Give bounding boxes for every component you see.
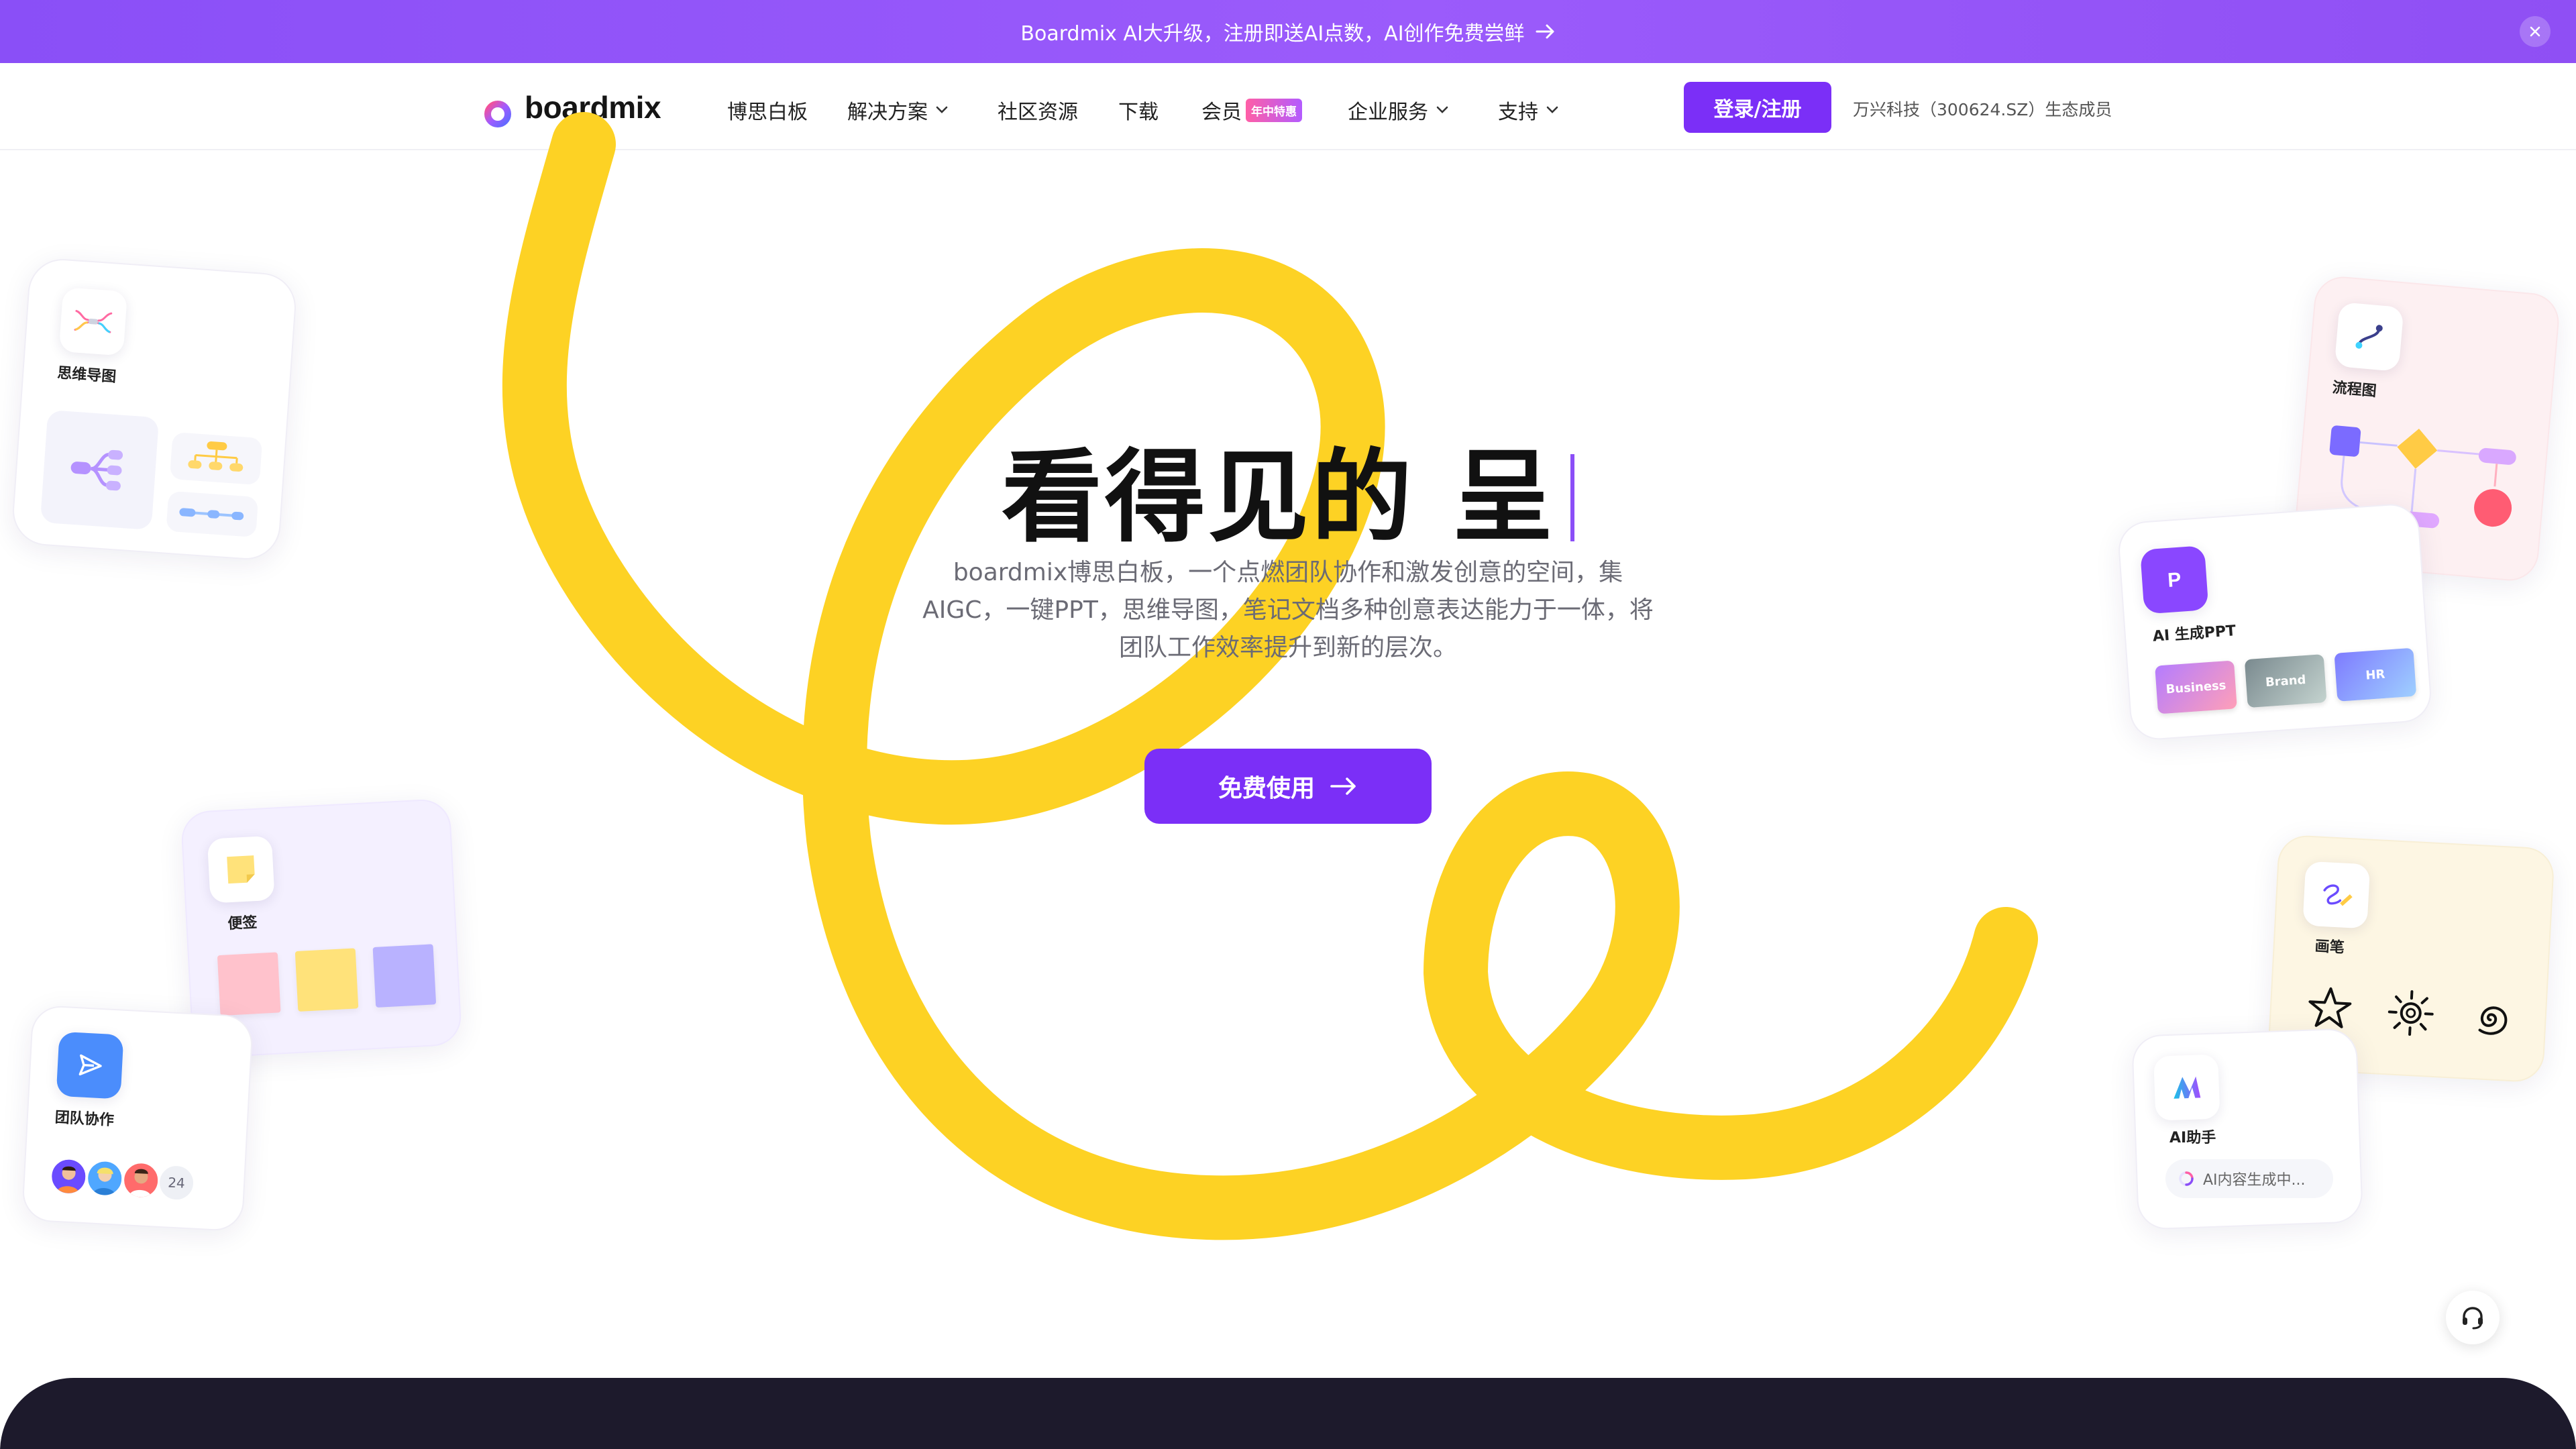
ppt-thumbnail-brand: Brand bbox=[2244, 654, 2327, 708]
dark-section bbox=[0, 1378, 2576, 1449]
flowchart-label: 流程图 bbox=[2331, 379, 2377, 400]
send-icon bbox=[56, 1031, 124, 1099]
team-collaboration-label: 团队协作 bbox=[54, 1109, 115, 1130]
hero-subtitle: boardmix博思白板，一个点燃团队协作和激发创意的空间，集AIGC，一键PP… bbox=[922, 559, 1654, 661]
ai-ppt-card[interactable]: P AI 生成PPT Business Brand HR bbox=[2116, 502, 2433, 742]
mindmap-label: 思维导图 bbox=[56, 364, 117, 386]
sun-doodle-icon bbox=[2387, 990, 2434, 1036]
avatar bbox=[48, 1156, 89, 1197]
org-chart-preview bbox=[169, 432, 263, 486]
mindmap-preview-box bbox=[40, 409, 160, 531]
ppt-icon: P bbox=[2140, 545, 2209, 614]
avatar bbox=[120, 1159, 162, 1201]
avatar bbox=[84, 1158, 125, 1199]
ai-ppt-label: AI 生成PPT bbox=[2152, 623, 2237, 645]
pink-sticky-note bbox=[217, 952, 281, 1016]
sticky-note-label: 便签 bbox=[227, 914, 258, 933]
mindmap-card[interactable]: 思维导图 bbox=[10, 256, 299, 562]
ai-status-text: AI内容生成中... bbox=[2203, 1172, 2306, 1189]
pen-label: 画笔 bbox=[2314, 938, 2345, 957]
yellow-sticky-note bbox=[294, 948, 359, 1012]
sticky-note-icon bbox=[207, 835, 275, 904]
typing-caret bbox=[1570, 454, 1575, 541]
ai-assistant-card[interactable] bbox=[2131, 1028, 2363, 1230]
more-members-count: 24 bbox=[156, 1163, 197, 1203]
timeline-preview bbox=[166, 490, 259, 538]
ai-assistant-icon bbox=[2153, 1054, 2220, 1121]
mindmap-icon bbox=[58, 287, 128, 356]
arrow-right-icon bbox=[1330, 776, 1358, 796]
pen-icon bbox=[2302, 861, 2371, 929]
star-doodle-icon bbox=[2308, 987, 2352, 1028]
ai-generating-status: AI内容生成中... bbox=[2165, 1159, 2333, 1198]
customer-support-button[interactable] bbox=[2446, 1291, 2500, 1344]
ai-assistant-label: AI助手 bbox=[2169, 1130, 2216, 1146]
purple-sticky-note bbox=[372, 944, 437, 1008]
ppt-thumbnail-business: Business bbox=[2155, 660, 2237, 714]
svg-text:P: P bbox=[2167, 569, 2182, 592]
team-collaboration-card[interactable]: 团队协作 24 bbox=[21, 1004, 254, 1232]
page: Boardmix AI大升级，注册即送AI点数，AI创作免费尝鲜 boardmi… bbox=[0, 0, 2576, 1449]
loading-spinner-icon bbox=[2179, 1171, 2194, 1186]
flowchart-icon bbox=[2334, 302, 2404, 372]
ppt-thumbnail-hr: HR bbox=[2334, 647, 2417, 702]
spiral-doodle-icon bbox=[2478, 1006, 2508, 1035]
cta-label: 免费使用 bbox=[1218, 775, 1315, 802]
headset-icon bbox=[2463, 1307, 2483, 1330]
free-use-button[interactable]: 免费使用 bbox=[1144, 749, 1432, 824]
hero-title-text: 看得见的 呈 bbox=[1001, 439, 1556, 556]
